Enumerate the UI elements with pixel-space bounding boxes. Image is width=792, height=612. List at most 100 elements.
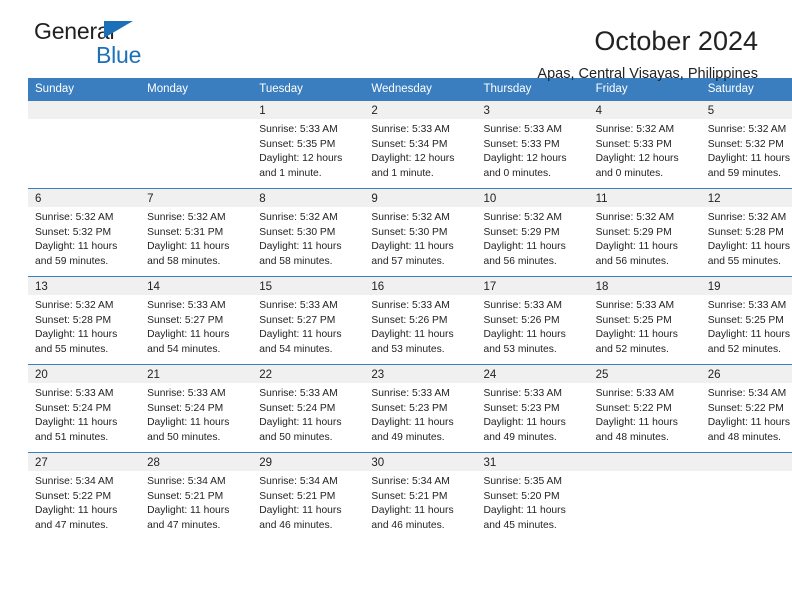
triangle-icon [104,21,133,38]
day-cell[interactable]: 2 Sunrise: 5:33 AM Sunset: 5:34 PM Daylight… [364,101,477,188]
sunset-text: Sunset: 5:28 PM [707,226,784,238]
day-sun-info: Sunrise: 5:34 AM Sunset: 5:21 PM Daylight:… [252,471,364,533]
day-number: 20 [28,365,141,383]
day-number: 19 [700,277,792,295]
weekday-header-tuesday: Tuesday [252,78,365,101]
day-cell[interactable]: 10 Sunrise: 5:32 AM Sunset: 5:29 PM Dayligh… [476,189,589,276]
day-number: 12 [700,189,792,207]
day-cell[interactable]: 28 Sunrise: 5:34 AM Sunset: 5:21 PM Dayligh… [140,453,253,540]
day-number: 30 [364,453,477,471]
day-cell[interactable]: 30 Sunrise: 5:34 AM Sunset: 5:21 PM Dayligh… [364,453,477,540]
daylight-text-line2: and 54 minutes. [147,343,221,355]
day-sun-info: Sunrise: 5:33 AM Sunset: 5:25 PM Daylight:… [701,295,792,357]
day-cell[interactable]: 8 Sunrise: 5:32 AM Sunset: 5:30 PM Daylight… [252,189,365,276]
day-cell[interactable]: 11 Sunrise: 5:32 AM Sunset: 5:29 PM Dayligh… [588,189,701,276]
day-cell[interactable]: 3 Sunrise: 5:33 AM Sunset: 5:33 PM Daylight… [476,101,589,188]
calendar-week-row: 27 Sunrise: 5:34 AM Sunset: 5:22 PM Dayligh… [28,452,792,540]
day-cell[interactable]: 22 Sunrise: 5:33 AM Sunset: 5:24 PM Dayligh… [252,365,365,452]
daylight-text-line2: and 45 minutes. [483,519,557,531]
daylight-text-line1: Daylight: 11 hours [147,241,230,253]
day-cell[interactable]: 14 Sunrise: 5:33 AM Sunset: 5:27 PM Dayligh… [140,277,253,364]
daylight-text-line2: and 48 minutes. [595,431,669,443]
sunrise-text: Sunrise: 5:32 AM [35,212,114,223]
month-calendar: Sunday Monday Tuesday Wednesday Thursday… [28,78,792,540]
generalblue-logo[interactable]: General Blue [34,20,214,72]
day-cell[interactable]: 6 Sunrise: 5:32 AM Sunset: 5:32 PM Daylight… [28,189,141,276]
day-number: 7 [140,189,253,207]
day-sun-info: Sunrise: 5:34 AM Sunset: 5:21 PM Daylight:… [364,471,476,533]
sunrise-text: Sunrise: 5:32 AM [35,300,114,311]
daylight-text-line2: and 56 minutes. [595,255,669,267]
day-number: 28 [140,453,253,471]
calendar-cell: 20 Sunrise: 5:33 AM Sunset: 5:24 PM Dayligh… [28,364,141,453]
day-cell[interactable]: 4 Sunrise: 5:32 AM Sunset: 5:33 PM Daylight… [588,101,701,188]
day-cell[interactable]: 13 Sunrise: 5:32 AM Sunset: 5:28 PM Dayligh… [28,277,141,364]
sunrise-text: Sunrise: 5:33 AM [483,124,562,135]
day-cell[interactable]: 27 Sunrise: 5:34 AM Sunset: 5:22 PM Dayligh… [28,453,141,540]
sunrise-text: Sunrise: 5:32 AM [707,124,787,135]
day-sun-info: Sunrise: 5:32 AM Sunset: 5:30 PM Daylight:… [252,207,364,269]
day-number: 23 [364,365,477,383]
title-block: October 2024 Apas, Central Visayas, Phil… [537,26,758,83]
day-sun-info: Sunrise: 5:33 AM Sunset: 5:34 PM Daylight:… [364,119,476,181]
day-cell[interactable]: 1 Sunrise: 5:33 AM Sunset: 5:35 PM Daylight… [252,101,365,188]
daylight-text-line2: and 59 minutes. [707,167,782,179]
day-cell[interactable]: 17 Sunrise: 5:33 AM Sunset: 5:26 PM Dayligh… [476,277,589,364]
daylight-text-line2: and 51 minutes. [35,431,109,443]
day-sun-info: Sunrise: 5:33 AM Sunset: 5:24 PM Daylight:… [140,383,252,445]
sunset-text: Sunset: 5:21 PM [259,490,336,502]
day-cell[interactable]: 5 Sunrise: 5:32 AM Sunset: 5:32 PM Daylight… [700,101,792,188]
day-cell[interactable]: 24 Sunrise: 5:33 AM Sunset: 5:23 PM Dayligh… [476,365,589,452]
day-sun-info: Sunrise: 5:33 AM Sunset: 5:27 PM Daylight:… [140,295,252,357]
calendar-cell: 31 Sunrise: 5:35 AM Sunset: 5:20 PM Dayligh… [476,452,589,540]
day-cell[interactable]: 18 Sunrise: 5:33 AM Sunset: 5:25 PM Dayligh… [588,277,701,364]
calendar-cell: 8 Sunrise: 5:32 AM Sunset: 5:30 PM Daylight… [252,188,365,277]
day-cell[interactable]: 15 Sunrise: 5:33 AM Sunset: 5:27 PM Dayligh… [252,277,365,364]
daylight-text-line2: and 53 minutes. [483,343,557,355]
day-cell[interactable]: 20 Sunrise: 5:33 AM Sunset: 5:24 PM Dayligh… [28,365,141,452]
calendar-cell [140,101,253,189]
day-sun-info: Sunrise: 5:33 AM Sunset: 5:23 PM Daylight:… [477,383,589,445]
day-number: 11 [588,189,701,207]
calendar-cell: 25 Sunrise: 5:33 AM Sunset: 5:22 PM Dayligh… [588,364,701,453]
day-cell[interactable]: 12 Sunrise: 5:32 AM Sunset: 5:28 PM Dayligh… [700,189,792,276]
daylight-text-line1: Daylight: 11 hours [595,417,678,429]
daylight-text-line1: Daylight: 12 hours [259,153,343,165]
day-sun-info: Sunrise: 5:33 AM Sunset: 5:27 PM Daylight:… [252,295,364,357]
calendar-cell: 1 Sunrise: 5:33 AM Sunset: 5:35 PM Daylight… [252,101,365,189]
day-cell[interactable]: 25 Sunrise: 5:33 AM Sunset: 5:22 PM Dayligh… [588,365,701,452]
sunset-text: Sunset: 5:25 PM [707,314,784,326]
calendar-cell: 26 Sunrise: 5:34 AM Sunset: 5:22 PM Dayligh… [700,364,792,453]
day-cell[interactable]: 7 Sunrise: 5:32 AM Sunset: 5:31 PM Daylight… [140,189,253,276]
daylight-text-line1: Daylight: 11 hours [483,329,566,341]
day-cell[interactable]: 29 Sunrise: 5:34 AM Sunset: 5:21 PM Dayligh… [252,453,365,540]
day-cell[interactable]: 16 Sunrise: 5:33 AM Sunset: 5:26 PM Dayligh… [364,277,477,364]
daylight-text-line1: Daylight: 11 hours [147,417,230,429]
daylight-text-line2: and 59 minutes. [35,255,109,267]
sunset-text: Sunset: 5:27 PM [147,314,224,326]
day-number: 4 [588,101,701,119]
daylight-text-line1: Daylight: 11 hours [35,505,118,517]
day-sun-info: Sunrise: 5:32 AM Sunset: 5:28 PM Daylight:… [701,207,792,269]
day-number: 29 [252,453,365,471]
daylight-text-line2: and 1 minute. [259,167,322,179]
day-sun-info: Sunrise: 5:33 AM Sunset: 5:24 PM Daylight:… [28,383,140,445]
calendar-cell: 5 Sunrise: 5:32 AM Sunset: 5:32 PM Daylight… [700,101,792,189]
day-number: 15 [252,277,365,295]
calendar-week-row: 6 Sunrise: 5:32 AM Sunset: 5:32 PM Daylight… [28,188,792,277]
day-cell[interactable]: 21 Sunrise: 5:33 AM Sunset: 5:24 PM Dayligh… [140,365,253,452]
sunset-text: Sunset: 5:33 PM [595,138,672,150]
calendar-week-row: 20 Sunrise: 5:33 AM Sunset: 5:24 PM Dayligh… [28,364,792,453]
day-cell[interactable]: 19 Sunrise: 5:33 AM Sunset: 5:25 PM Dayligh… [700,277,792,364]
day-cell[interactable]: 26 Sunrise: 5:34 AM Sunset: 5:22 PM Dayligh… [700,365,792,452]
day-cell[interactable]: 23 Sunrise: 5:33 AM Sunset: 5:23 PM Dayligh… [364,365,477,452]
daylight-text-line2: and 47 minutes. [147,519,221,531]
daylight-text-line2: and 50 minutes. [147,431,221,443]
day-cell[interactable]: 31 Sunrise: 5:35 AM Sunset: 5:20 PM Dayligh… [476,453,589,540]
day-sun-info: Sunrise: 5:32 AM Sunset: 5:33 PM Daylight:… [589,119,701,181]
sunset-text: Sunset: 5:30 PM [259,226,336,238]
sunrise-text: Sunrise: 5:33 AM [483,300,562,311]
calendar-cell: 23 Sunrise: 5:33 AM Sunset: 5:23 PM Dayligh… [364,364,477,453]
day-cell[interactable]: 9 Sunrise: 5:32 AM Sunset: 5:30 PM Daylight… [364,189,477,276]
sunrise-text: Sunrise: 5:34 AM [259,476,338,487]
